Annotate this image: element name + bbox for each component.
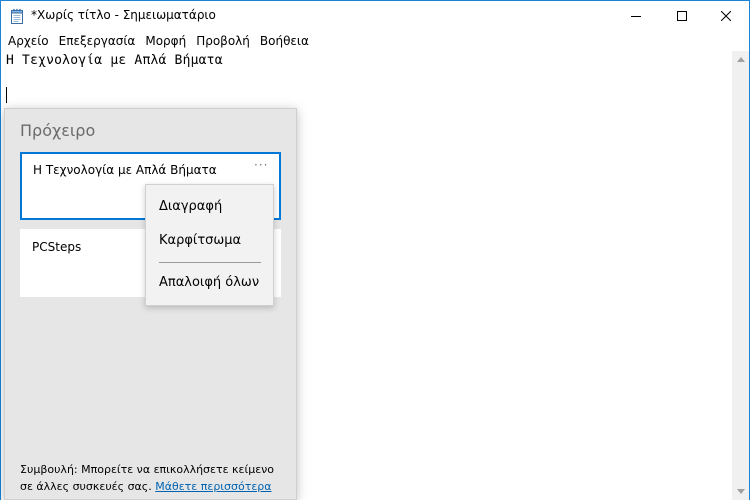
menu-file[interactable]: Αρχείο: [3, 31, 54, 51]
menu-view[interactable]: Προβολή: [191, 31, 255, 51]
maximize-button[interactable]: [659, 1, 705, 31]
menu-item-pin[interactable]: Καρφίτσωμα: [159, 233, 241, 248]
clipboard-item-text: PCSteps: [32, 240, 82, 254]
arrow-up-icon: [736, 57, 745, 62]
vertical-scrollbar[interactable]: [732, 51, 749, 500]
menu-item-clear-all[interactable]: Απαλοιφή όλων: [159, 275, 259, 290]
close-icon: [721, 11, 731, 21]
menu-format[interactable]: Μορφή: [140, 31, 191, 51]
more-options-icon[interactable]: ···: [254, 158, 268, 172]
text-caret: [6, 87, 7, 103]
clipboard-title: Πρόχειρο: [20, 121, 96, 140]
menu-edit[interactable]: Επεξεργασία: [54, 31, 141, 51]
maximize-icon: [677, 11, 687, 21]
scroll-up-button[interactable]: [732, 51, 749, 68]
clipboard-item-text: Η Τεχνολογία με Απλά Βήματα: [33, 163, 217, 177]
arrow-down-icon: [736, 489, 745, 494]
minimize-button[interactable]: [613, 1, 659, 31]
scroll-down-button[interactable]: [732, 483, 749, 500]
menu-separator: [159, 262, 261, 263]
notepad-icon: [9, 8, 25, 24]
title-bar[interactable]: *Χωρίς τίτλο - Σημειωματάριο: [1, 1, 749, 31]
editor-line: Η Τεχνολογία με Απλά Βήματα: [6, 53, 223, 68]
minimize-icon: [631, 16, 641, 17]
menu-item-delete[interactable]: Διαγραφή: [159, 199, 222, 214]
window-title: *Χωρίς τίτλο - Σημειωματάριο: [31, 8, 216, 22]
menu-bar: Αρχείο Επεξεργασία Μορφή Προβολή Βοήθεια: [1, 31, 749, 51]
clipboard-tip: Συμβουλή: Μπορείτε να επικολλήσετε κείμε…: [20, 461, 285, 495]
close-button[interactable]: [703, 1, 749, 31]
menu-help[interactable]: Βοήθεια: [255, 31, 314, 51]
context-menu: Διαγραφή Καρφίτσωμα Απαλοιφή όλων: [145, 184, 274, 306]
learn-more-link[interactable]: Μάθετε περισσότερα: [155, 480, 271, 493]
